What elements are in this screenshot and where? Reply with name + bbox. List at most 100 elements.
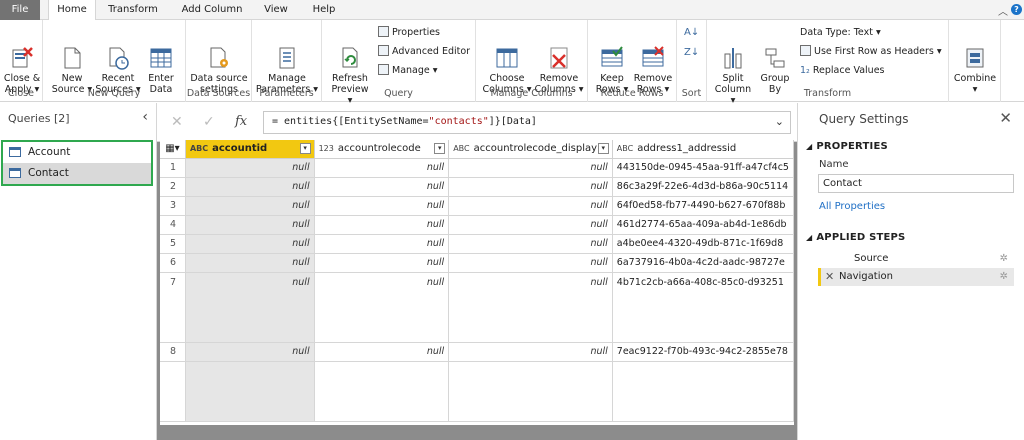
advanced-editor-button[interactable]: Advanced Editor bbox=[378, 45, 470, 59]
cell-accountrolecode[interactable]: null bbox=[314, 215, 450, 235]
cell-accountrolecode-display[interactable]: null bbox=[448, 342, 613, 362]
first-row-headers-button[interactable]: Use First Row as Headers ▾ bbox=[800, 45, 942, 59]
cell-accountrolecode[interactable]: null bbox=[314, 177, 450, 197]
cell-accountid[interactable]: null bbox=[185, 196, 315, 216]
cell-accountrolecode-display[interactable]: null bbox=[448, 234, 613, 254]
cell-accountid[interactable]: null bbox=[185, 215, 315, 235]
empty-cell bbox=[185, 361, 315, 422]
choose-columns-button[interactable]: Choose Columns ▾ bbox=[482, 24, 532, 95]
cell-accountrolecode[interactable]: null bbox=[314, 234, 450, 254]
sort-group: A↓ Z↓ Sort bbox=[677, 20, 707, 102]
collapse-triangle-icon[interactable]: ◢ bbox=[806, 142, 812, 151]
step-navigation[interactable]: ✕ Navigation ✲ bbox=[818, 268, 1014, 286]
tab-transform[interactable]: Transform bbox=[100, 0, 166, 20]
column-header-accountrolecode[interactable]: 123 accountrolecode ▾ bbox=[314, 140, 450, 159]
query-name-field[interactable] bbox=[818, 174, 1014, 193]
filter-dropdown-icon[interactable]: ▾ bbox=[299, 143, 311, 154]
cell-accountrolecode[interactable]: null bbox=[314, 272, 450, 343]
tab-add-column[interactable]: Add Column bbox=[174, 0, 250, 20]
collapse-queries-icon[interactable]: ‹ bbox=[142, 109, 148, 125]
empty-cell bbox=[160, 361, 186, 422]
row-number[interactable]: 3 bbox=[160, 196, 186, 216]
tab-view[interactable]: View bbox=[256, 0, 296, 20]
replace-values-button[interactable]: 1₂ Replace Values bbox=[800, 64, 885, 78]
cancel-formula-icon[interactable]: ✕ bbox=[171, 114, 183, 130]
row-number[interactable]: 5 bbox=[160, 234, 186, 254]
data-type-dropdown[interactable]: Data Type: Text ▾ bbox=[800, 26, 881, 40]
cell-address1-addressid[interactable]: 7eac9122-f70b-493c-94c2-2855e78 bbox=[612, 342, 794, 362]
remove-rows-button[interactable]: Remove Rows ▾ bbox=[632, 24, 674, 95]
cell-accountrolecode-display[interactable]: null bbox=[448, 196, 613, 216]
cell-address1-addressid[interactable]: 64f0ed58-fb77-4490-b627-670f88b bbox=[612, 196, 794, 216]
help-icon[interactable]: ? bbox=[1011, 4, 1022, 15]
keep-rows-button[interactable]: Keep Rows ▾ bbox=[592, 24, 632, 95]
cell-accountrolecode[interactable]: null bbox=[314, 196, 450, 216]
cell-accountrolecode[interactable]: null bbox=[314, 253, 450, 273]
collapse-ribbon-icon[interactable]: ︿ bbox=[998, 3, 1008, 18]
row-number[interactable]: 4 bbox=[160, 215, 186, 235]
gear-icon[interactable]: ✲ bbox=[1000, 268, 1008, 286]
commit-formula-icon[interactable]: ✓ bbox=[203, 114, 215, 130]
recent-sources-button[interactable]: Recent Sources ▾ bbox=[95, 24, 141, 95]
cell-address1-addressid[interactable]: 4b71c2cb-a66a-408c-85c0-d93251 bbox=[612, 272, 794, 343]
cell-address1-addressid[interactable]: a4be0ee4-4320-49db-871c-1f69d8 bbox=[612, 234, 794, 254]
close-apply-button[interactable]: Close & Apply ▾ bbox=[2, 24, 42, 95]
gear-icon[interactable]: ✲ bbox=[1000, 250, 1008, 268]
cell-accountrolecode-display[interactable]: null bbox=[448, 215, 613, 235]
close-group: Close & Apply ▾ Close bbox=[0, 20, 43, 102]
formula-input[interactable]: = entities{[EntitySetName="contacts"]}[D… bbox=[263, 111, 791, 134]
group-by-button[interactable]: Group By bbox=[757, 24, 793, 95]
new-source-button[interactable]: New Source ▾ bbox=[51, 24, 93, 95]
tab-home[interactable]: Home bbox=[48, 0, 96, 21]
all-properties-link[interactable]: All Properties bbox=[819, 201, 885, 212]
filter-dropdown-icon[interactable]: ▾ bbox=[597, 143, 609, 154]
cell-accountrolecode-display[interactable]: null bbox=[448, 253, 613, 273]
cell-address1-addressid[interactable]: 6a737916-4b0a-4c2d-aadc-98727e bbox=[612, 253, 794, 273]
cell-accountrolecode[interactable]: null bbox=[314, 342, 450, 362]
grid-empty-area bbox=[160, 361, 794, 422]
cell-address1-addressid[interactable]: 86c3a29f-22e6-4d3d-b86a-90c5114 bbox=[612, 177, 794, 197]
row-number[interactable]: 8 bbox=[160, 342, 186, 362]
row-number[interactable]: 1 bbox=[160, 158, 186, 178]
cell-accountid[interactable]: null bbox=[185, 234, 315, 254]
cell-accountrolecode-display[interactable]: null bbox=[448, 158, 613, 178]
cell-address1-addressid[interactable]: 461d2774-65aa-409a-ab4d-1e86db bbox=[612, 215, 794, 235]
manage-button[interactable]: Manage ▾ bbox=[378, 64, 438, 78]
cell-accountid[interactable]: null bbox=[185, 272, 315, 343]
query-item-account[interactable]: Account bbox=[3, 142, 151, 163]
manage-parameters-button[interactable]: Manage Parameters ▾ bbox=[255, 24, 319, 95]
cell-accountid[interactable]: null bbox=[185, 253, 315, 273]
cell-accountrolecode-display[interactable]: null bbox=[448, 177, 613, 197]
close-icon[interactable]: ✕ bbox=[999, 109, 1012, 127]
properties-button[interactable]: Properties bbox=[378, 26, 440, 40]
new-query-group-label: New Query bbox=[87, 88, 141, 99]
cell-accountid[interactable]: null bbox=[185, 342, 315, 362]
cell-accountid[interactable]: null bbox=[185, 158, 315, 178]
row-number[interactable]: 2 bbox=[160, 177, 186, 197]
data-source-settings-button[interactable]: Data source settings bbox=[189, 24, 249, 95]
table-menu-icon[interactable]: ▦▾ bbox=[160, 140, 186, 159]
column-header-address1-addressid[interactable]: ABC address1_addressid bbox=[612, 140, 794, 159]
query-item-contact[interactable]: Contact bbox=[3, 163, 151, 184]
column-header-accountid[interactable]: ABC accountid ▾ bbox=[185, 140, 315, 159]
cell-address1-addressid[interactable]: 443150de-0945-45aa-91ff-a47cf4c5 bbox=[612, 158, 794, 178]
collapse-triangle-icon[interactable]: ◢ bbox=[806, 233, 812, 242]
remove-columns-button[interactable]: Remove Columns ▾ bbox=[534, 24, 584, 95]
step-source[interactable]: Source ✲ bbox=[818, 250, 1014, 268]
properties-heading: ◢ PROPERTIES bbox=[806, 141, 888, 152]
cell-accountid[interactable]: null bbox=[185, 177, 315, 197]
filter-dropdown-icon[interactable]: ▾ bbox=[434, 143, 446, 154]
cell-accountrolecode[interactable]: null bbox=[314, 158, 450, 178]
combine-button[interactable]: Combine ▾ bbox=[951, 24, 999, 95]
tab-help[interactable]: Help bbox=[304, 0, 344, 20]
column-header-accountrolecode-display[interactable]: ABC accountrolecode_display ▾ bbox=[448, 140, 613, 159]
row-number[interactable]: 7 bbox=[160, 272, 186, 343]
sort-ascending-icon[interactable]: A↓ bbox=[684, 26, 699, 40]
expand-formula-icon[interactable]: ⌄ bbox=[775, 115, 784, 128]
tab-file[interactable]: File bbox=[0, 0, 40, 20]
delete-step-icon[interactable]: ✕ bbox=[825, 268, 834, 286]
enter-data-button[interactable]: Enter Data bbox=[143, 24, 179, 95]
row-number[interactable]: 6 bbox=[160, 253, 186, 273]
cell-accountrolecode-display[interactable]: null bbox=[448, 272, 613, 343]
sort-descending-icon[interactable]: Z↓ bbox=[684, 46, 699, 60]
